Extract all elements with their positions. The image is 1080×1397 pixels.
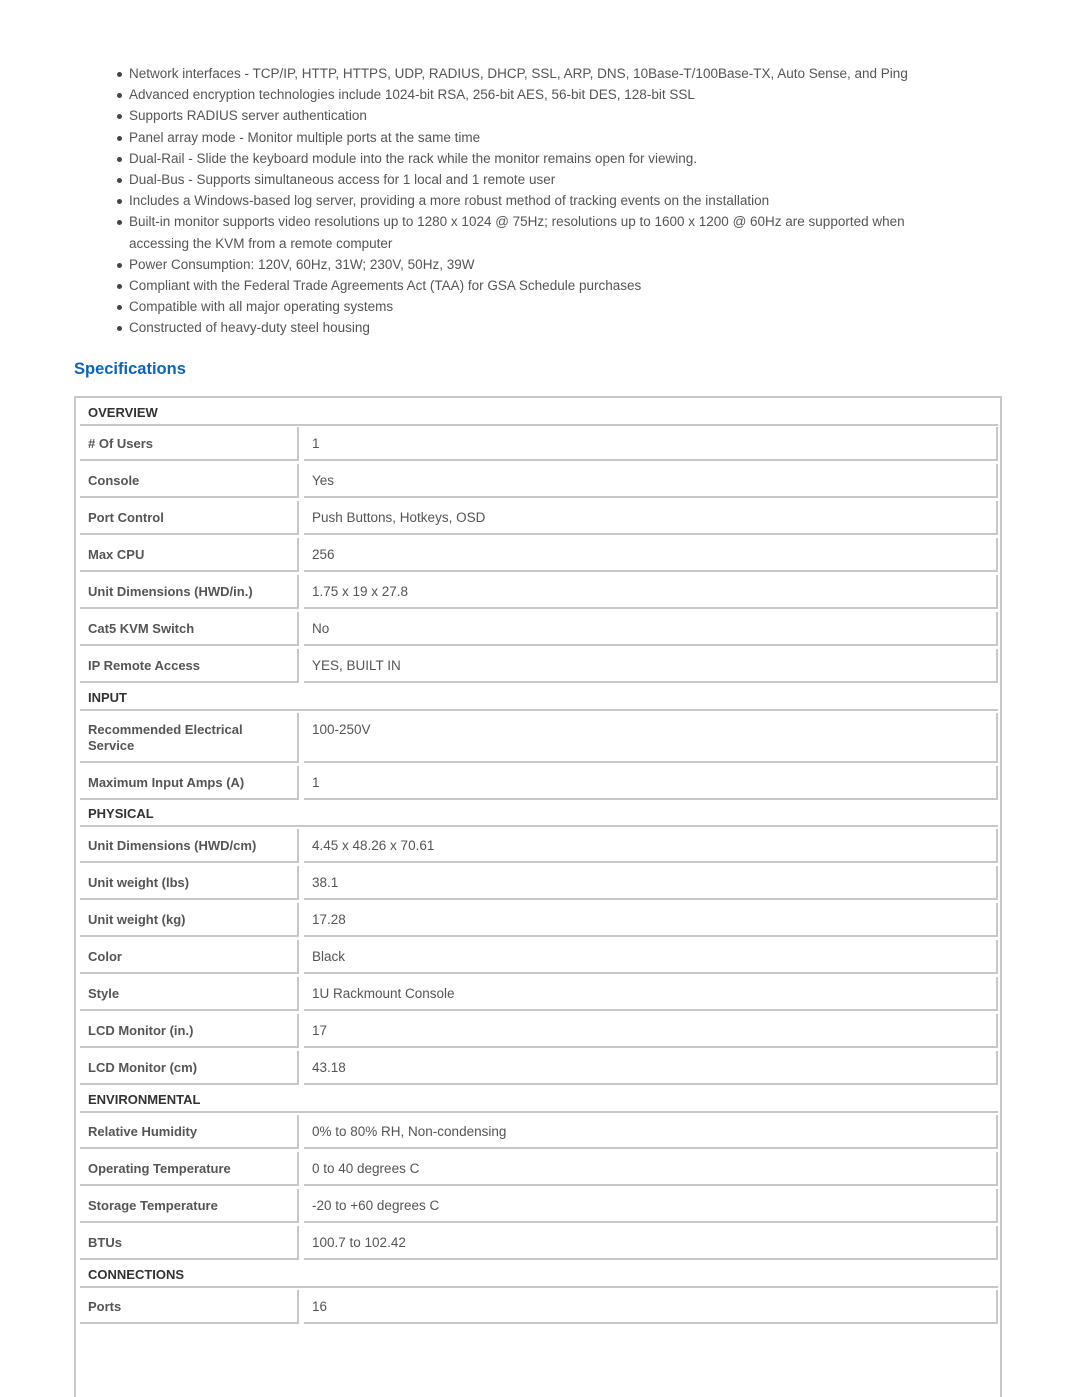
spec-label: # Of Users bbox=[80, 427, 299, 461]
spec-value: 43.18 bbox=[304, 1051, 998, 1085]
bullet-icon bbox=[117, 305, 122, 311]
spec-value: No bbox=[304, 612, 998, 646]
feature-item: Built-in monitor supports video resoluti… bbox=[116, 211, 966, 253]
feature-item: Network interfaces - TCP/IP, HTTP, HTTPS… bbox=[116, 63, 966, 84]
spec-value: 16 bbox=[304, 1290, 998, 1324]
feature-list: Network interfaces - TCP/IP, HTTP, HTTPS… bbox=[116, 63, 966, 339]
spec-value: Yes bbox=[304, 464, 998, 498]
bullet-icon bbox=[117, 326, 122, 332]
feature-item: Power Consumption: 120V, 60Hz, 31W; 230V… bbox=[116, 254, 966, 275]
spec-value: Black bbox=[304, 940, 998, 974]
bullet-icon bbox=[117, 284, 122, 290]
bullet-icon bbox=[117, 262, 122, 268]
spec-label: Relative Humidity bbox=[80, 1115, 299, 1149]
spec-value: 1U Rackmount Console bbox=[304, 977, 998, 1011]
spec-value: 1.75 x 19 x 27.8 bbox=[304, 575, 998, 609]
bullet-icon bbox=[117, 114, 122, 120]
feature-item: Constructed of heavy-duty steel housing bbox=[116, 317, 966, 338]
spec-label: Operating Temperature bbox=[80, 1152, 299, 1186]
spec-value: 0% to 80% RH, Non-condensing bbox=[304, 1115, 998, 1149]
spec-value: 256 bbox=[304, 538, 998, 572]
spec-value: 38.1 bbox=[304, 866, 998, 900]
spec-label: Maximum Input Amps (A) bbox=[80, 766, 299, 800]
feature-item: Includes a Windows-based log server, pro… bbox=[116, 190, 966, 211]
spec-label: Console bbox=[80, 464, 299, 498]
bullet-icon bbox=[117, 156, 122, 162]
section-header-overview: OVERVIEW bbox=[80, 398, 998, 426]
spec-label: Port Control bbox=[80, 501, 299, 535]
spec-value: -20 to +60 degrees C bbox=[304, 1189, 998, 1223]
spec-label: Max CPU bbox=[80, 538, 299, 572]
spec-label: Color bbox=[80, 940, 299, 974]
feature-item: Dual-Bus - Supports simultaneous access … bbox=[116, 169, 966, 190]
section-header-physical: PHYSICAL bbox=[80, 799, 998, 827]
bullet-icon bbox=[117, 72, 122, 77]
spec-label: Storage Temperature bbox=[80, 1189, 299, 1223]
spec-label: Ports bbox=[80, 1290, 299, 1324]
spec-value: 17 bbox=[304, 1014, 998, 1048]
spec-value: 0 to 40 degrees C bbox=[304, 1152, 998, 1186]
spec-label: IP Remote Access bbox=[80, 649, 299, 683]
feature-item: Dual-Rail - Slide the keyboard module in… bbox=[116, 148, 966, 169]
spec-value: 4.45 x 48.26 x 70.61 bbox=[304, 829, 998, 863]
spec-label: Unit weight (lbs) bbox=[80, 866, 299, 900]
spec-label: LCD Monitor (cm) bbox=[80, 1051, 299, 1085]
spec-label: LCD Monitor (in.) bbox=[80, 1014, 299, 1048]
spec-label: Cat5 KVM Switch bbox=[80, 612, 299, 646]
feature-item: Supports RADIUS server authentication bbox=[116, 105, 966, 126]
spec-label: Recommended Electrical Service bbox=[80, 713, 299, 763]
spec-value: 100.7 to 102.42 bbox=[304, 1226, 998, 1260]
section-header-environmental: ENVIRONMENTAL bbox=[80, 1085, 998, 1113]
spec-label: Unit Dimensions (HWD/cm) bbox=[80, 829, 299, 863]
bullet-icon bbox=[117, 199, 122, 205]
bullet-icon bbox=[117, 178, 122, 184]
section-header-input: INPUT bbox=[80, 683, 998, 711]
specifications-heading: Specifications bbox=[74, 360, 186, 378]
spec-value: YES, BUILT IN bbox=[304, 649, 998, 683]
bullet-icon bbox=[117, 220, 122, 226]
spec-label: Unit weight (kg) bbox=[80, 903, 299, 937]
spec-label: BTUs bbox=[80, 1226, 299, 1260]
feature-item: Compatible with all major operating syst… bbox=[116, 296, 966, 317]
bullet-icon bbox=[117, 93, 122, 99]
spec-value: 1 bbox=[304, 766, 998, 800]
spec-value: 17.28 bbox=[304, 903, 998, 937]
spec-value: 100-250V bbox=[304, 713, 998, 763]
spec-label: Style bbox=[80, 977, 299, 1011]
feature-item: Compliant with the Federal Trade Agreeme… bbox=[116, 275, 966, 296]
spec-label: Unit Dimensions (HWD/in.) bbox=[80, 575, 299, 609]
section-header-connections: CONNECTIONS bbox=[80, 1260, 998, 1288]
spec-value: Push Buttons, Hotkeys, OSD bbox=[304, 501, 998, 535]
feature-item: Advanced encryption technologies include… bbox=[116, 84, 966, 105]
bullet-icon bbox=[117, 135, 122, 141]
feature-item: Panel array mode - Monitor multiple port… bbox=[116, 127, 966, 148]
spec-value: 1 bbox=[304, 427, 998, 461]
